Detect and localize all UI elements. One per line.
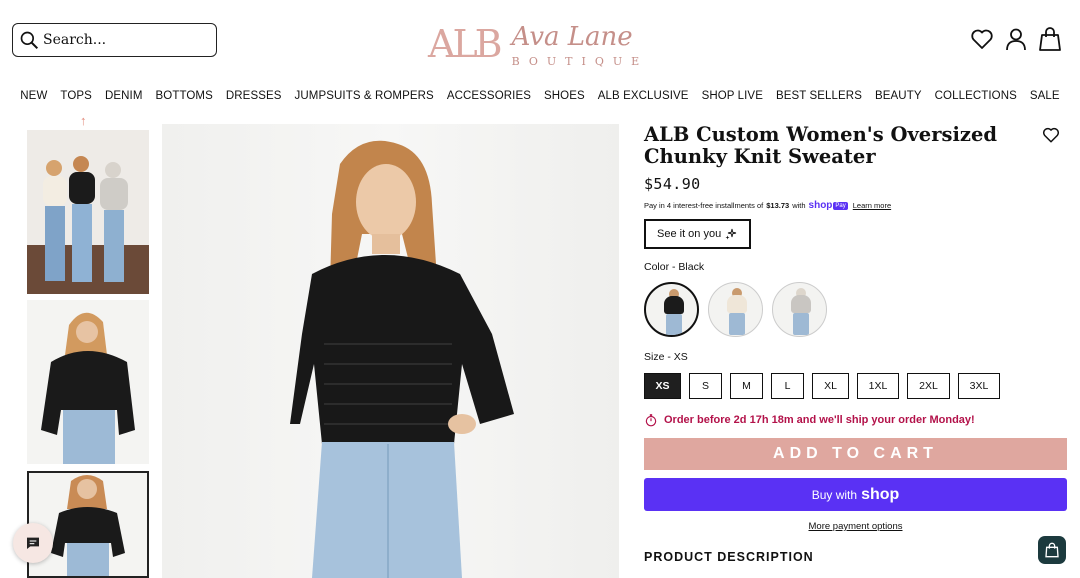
- heart-icon[interactable]: [1042, 126, 1060, 144]
- model-sweater-photo: [27, 300, 149, 464]
- site-header: ALB Ava Lane BOUTIQUE: [0, 0, 1080, 84]
- search-icon: [20, 31, 39, 50]
- site-logo[interactable]: ALB Ava Lane BOUTIQUE: [428, 10, 648, 78]
- installments-text: Pay in 4 interest-free installments of: [644, 201, 764, 210]
- product-price: $54.90: [644, 175, 701, 193]
- shop-pay-word: shop: [808, 200, 833, 211]
- three-models-photo: [27, 130, 149, 294]
- color-swatches: [644, 282, 1068, 337]
- model-wearing-black-sweater: [290, 140, 514, 578]
- chat-button[interactable]: [13, 523, 53, 563]
- nav-item-beauty[interactable]: BEAUTY: [869, 90, 929, 102]
- search-input[interactable]: [43, 32, 203, 48]
- size-option-2xl[interactable]: 2XL: [907, 373, 950, 399]
- main-nav: NEW TOPS DENIM BOTTOMS DRESSES JUMPSUITS…: [0, 90, 1080, 102]
- color-label: Color - Black: [644, 261, 705, 273]
- logo-subtitle: BOUTIQUE: [511, 54, 649, 68]
- shipping-countdown-text: Order before 2d 17h 18m and we'll ship y…: [664, 414, 975, 426]
- nav-item-alb-exclusive[interactable]: ALB EXCLUSIVE: [591, 90, 695, 102]
- installments-line: Pay in 4 interest-free installments of $…: [644, 200, 1068, 211]
- more-payment-options-link[interactable]: More payment options: [644, 521, 1067, 532]
- installments-with: with: [792, 201, 806, 210]
- nav-item-new[interactable]: NEW: [14, 90, 54, 102]
- wishlist-button[interactable]: [970, 26, 994, 52]
- shop-pay-chip: Pay: [833, 201, 848, 210]
- size-option-1xl[interactable]: 1XL: [857, 373, 899, 399]
- product-title: ALB Custom Women's Oversized Chunky Knit…: [644, 123, 997, 168]
- nav-item-denim[interactable]: DENIM: [98, 90, 149, 102]
- nav-item-jumpsuits[interactable]: JUMPSUITS & ROMPERS: [288, 90, 440, 102]
- nav-item-best-sellers[interactable]: BEST SELLERS: [769, 90, 868, 102]
- shop-pay-logo: shop Pay: [809, 200, 848, 211]
- shipping-countdown: Order before 2d 17h 18m and we'll ship y…: [644, 413, 1068, 427]
- size-option-l[interactable]: L: [771, 373, 804, 399]
- nav-item-dresses[interactable]: DRESSES: [219, 90, 288, 102]
- logo-mark: ALB: [428, 22, 503, 66]
- size-label: Size - XS: [644, 351, 688, 363]
- nav-item-shop-live[interactable]: SHOP LIVE: [695, 90, 769, 102]
- search-box[interactable]: [12, 23, 217, 57]
- nav-item-accessories[interactable]: ACCESSORIES: [440, 90, 537, 102]
- nav-item-sale[interactable]: SALE: [1023, 90, 1066, 102]
- size-option-xl[interactable]: XL: [812, 373, 849, 399]
- logo-text: Ava Lane BOUTIQUE: [512, 21, 649, 68]
- nav-item-collections[interactable]: COLLECTIONS: [928, 90, 1023, 102]
- color-swatch-grey[interactable]: [772, 282, 827, 337]
- gallery-scroll-up-arrow[interactable]: ↑: [80, 113, 87, 128]
- color-swatch-black[interactable]: [644, 282, 699, 337]
- nav-item-shoes[interactable]: SHOES: [538, 90, 592, 102]
- cart-button[interactable]: [1038, 26, 1062, 52]
- shopping-bag-icon: [1045, 542, 1059, 558]
- header-actions: [970, 26, 1062, 52]
- account-icon: [1006, 28, 1026, 51]
- shop-wordmark: shop: [861, 485, 900, 503]
- nav-item-tops[interactable]: TOPS: [54, 90, 99, 102]
- size-option-3xl[interactable]: 3XL: [958, 373, 1000, 399]
- gallery-thumbnail-1[interactable]: [27, 130, 149, 294]
- gallery-thumbnail-3-selected[interactable]: [27, 471, 149, 578]
- installment-amount: $13.73: [766, 201, 790, 210]
- size-option-s[interactable]: S: [689, 373, 722, 399]
- size-options: XS S M L XL 1XL 2XL 3XL: [644, 373, 1068, 399]
- chat-icon: [27, 537, 39, 549]
- buy-with-shop-button[interactable]: Buy with shop: [644, 478, 1067, 511]
- color-swatch-cream[interactable]: [708, 282, 763, 337]
- stopwatch-icon: [645, 414, 657, 427]
- size-option-m[interactable]: M: [730, 373, 763, 399]
- floating-cart-button[interactable]: [1038, 536, 1066, 564]
- sparkle-icon: [725, 228, 737, 240]
- main-product-image[interactable]: [162, 124, 619, 578]
- see-it-label: See it on you: [657, 228, 722, 240]
- add-to-cart-button[interactable]: ADD TO CART: [644, 438, 1067, 470]
- product-description-heading[interactable]: PRODUCT DESCRIPTION: [644, 550, 1068, 564]
- size-option-xs[interactable]: XS: [644, 373, 681, 399]
- logo-script: Ava Lane: [511, 21, 633, 52]
- buy-with-label: Buy with: [811, 487, 858, 502]
- model-front-photo: [29, 473, 147, 576]
- shopping-bag-icon: [1039, 27, 1061, 51]
- product-info-panel: ALB Custom Women's Oversized Chunky Knit…: [644, 124, 1068, 564]
- nav-item-bottoms[interactable]: BOTTOMS: [149, 90, 219, 102]
- heart-icon: [971, 29, 993, 49]
- learn-more-link[interactable]: Learn more: [853, 201, 891, 210]
- see-it-on-you-button[interactable]: See it on you: [644, 219, 751, 249]
- gallery-thumbnail-2[interactable]: [27, 300, 149, 464]
- account-button[interactable]: [1004, 26, 1028, 52]
